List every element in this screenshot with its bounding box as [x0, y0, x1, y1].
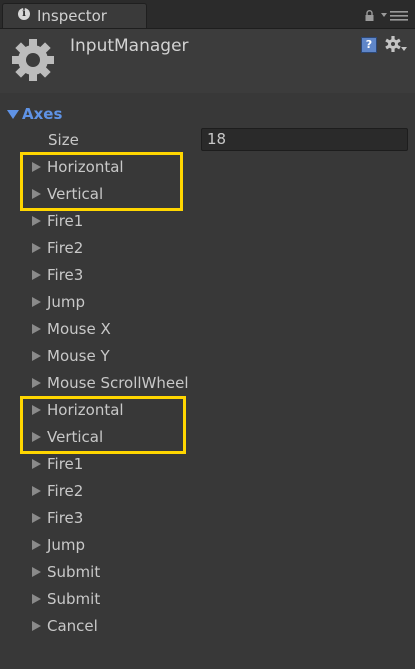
- axis-label: Fire1: [47, 455, 84, 473]
- collapsed-arrow-icon: [32, 324, 41, 334]
- axis-item-vertical[interactable]: Vertical: [30, 183, 103, 205]
- axis-item-fire3[interactable]: Fire3: [30, 264, 83, 286]
- axis-label: Fire2: [47, 482, 84, 500]
- collapsed-arrow-icon: [32, 594, 41, 604]
- collapsed-arrow-icon: [32, 432, 41, 442]
- collapsed-arrow-icon: [32, 162, 41, 172]
- axis-label: Mouse X: [47, 320, 111, 338]
- collapsed-arrow-icon: [32, 540, 41, 550]
- collapsed-arrow-icon: [32, 486, 41, 496]
- axis-label: Submit: [47, 563, 101, 581]
- collapsed-arrow-icon: [32, 378, 41, 388]
- axis-label: Fire3: [47, 266, 84, 284]
- axis-item-cancel[interactable]: Cancel: [30, 615, 98, 637]
- axis-label: Fire2: [47, 239, 84, 257]
- axis-item-mouse-y[interactable]: Mouse Y: [30, 345, 110, 367]
- axis-item-fire1[interactable]: Fire1: [30, 210, 83, 232]
- axis-label: Submit: [47, 590, 101, 608]
- axis-item-vertical-2[interactable]: Vertical: [30, 426, 103, 448]
- collapsed-arrow-icon: [32, 270, 41, 280]
- axis-item-mouse-scrollwheel[interactable]: Mouse ScrollWheel: [30, 372, 189, 394]
- axis-item-fire2-2[interactable]: Fire2: [30, 480, 83, 502]
- axis-item-submit-2[interactable]: Submit: [30, 588, 100, 610]
- size-label: Size: [48, 131, 79, 149]
- axis-label: Vertical: [47, 185, 104, 203]
- inspector-header: InputManager ?: [0, 29, 415, 93]
- axis-item-fire3-2[interactable]: Fire3: [30, 507, 83, 529]
- size-value: 18: [207, 130, 227, 148]
- object-title: InputManager: [70, 36, 189, 56]
- axis-item-fire2[interactable]: Fire2: [30, 237, 83, 259]
- axis-item-jump-2[interactable]: Jump: [30, 534, 85, 556]
- collapsed-arrow-icon: [32, 297, 41, 307]
- collapsed-arrow-icon: [32, 513, 41, 523]
- tab-inspector-label: Inspector: [37, 7, 107, 25]
- expanded-arrow-icon: [7, 110, 19, 119]
- axis-label: Jump: [47, 293, 86, 311]
- context-menu-icon[interactable]: [381, 10, 409, 21]
- axis-item-submit[interactable]: Submit: [30, 561, 100, 583]
- axis-label: Fire1: [47, 212, 84, 230]
- collapsed-arrow-icon: [32, 189, 41, 199]
- info-icon: i: [18, 8, 30, 20]
- input-manager-gear-icon: [12, 39, 54, 81]
- axis-label: Horizontal: [47, 401, 124, 419]
- axis-label: Mouse Y: [47, 347, 110, 365]
- axes-label: Axes: [22, 105, 63, 123]
- axis-label: Vertical: [47, 428, 104, 446]
- help-icon[interactable]: ?: [361, 37, 377, 53]
- collapsed-arrow-icon: [32, 243, 41, 253]
- tab-inspector[interactable]: i Inspector: [2, 3, 147, 28]
- axes-foldout[interactable]: Axes: [6, 104, 62, 124]
- axis-item-horizontal[interactable]: Horizontal: [30, 156, 124, 178]
- size-field[interactable]: 18: [201, 128, 408, 151]
- axis-item-mouse-x[interactable]: Mouse X: [30, 318, 111, 340]
- collapsed-arrow-icon: [32, 459, 41, 469]
- collapsed-arrow-icon: [32, 567, 41, 577]
- axis-label: Horizontal: [47, 158, 124, 176]
- axis-item-horizontal-2[interactable]: Horizontal: [30, 399, 124, 421]
- axis-label: Mouse ScrollWheel: [47, 374, 189, 392]
- axis-item-fire1-2[interactable]: Fire1: [30, 453, 83, 475]
- collapsed-arrow-icon: [32, 351, 41, 361]
- collapsed-arrow-icon: [32, 621, 41, 631]
- axis-label: Jump: [47, 536, 86, 554]
- axis-label: Cancel: [47, 617, 98, 635]
- collapsed-arrow-icon: [32, 405, 41, 415]
- collapsed-arrow-icon: [32, 216, 41, 226]
- settings-gear-icon[interactable]: [385, 35, 407, 55]
- lock-icon[interactable]: [364, 10, 375, 21]
- tab-bar: i Inspector: [0, 0, 415, 29]
- axis-item-jump[interactable]: Jump: [30, 291, 85, 313]
- axis-label: Fire3: [47, 509, 84, 527]
